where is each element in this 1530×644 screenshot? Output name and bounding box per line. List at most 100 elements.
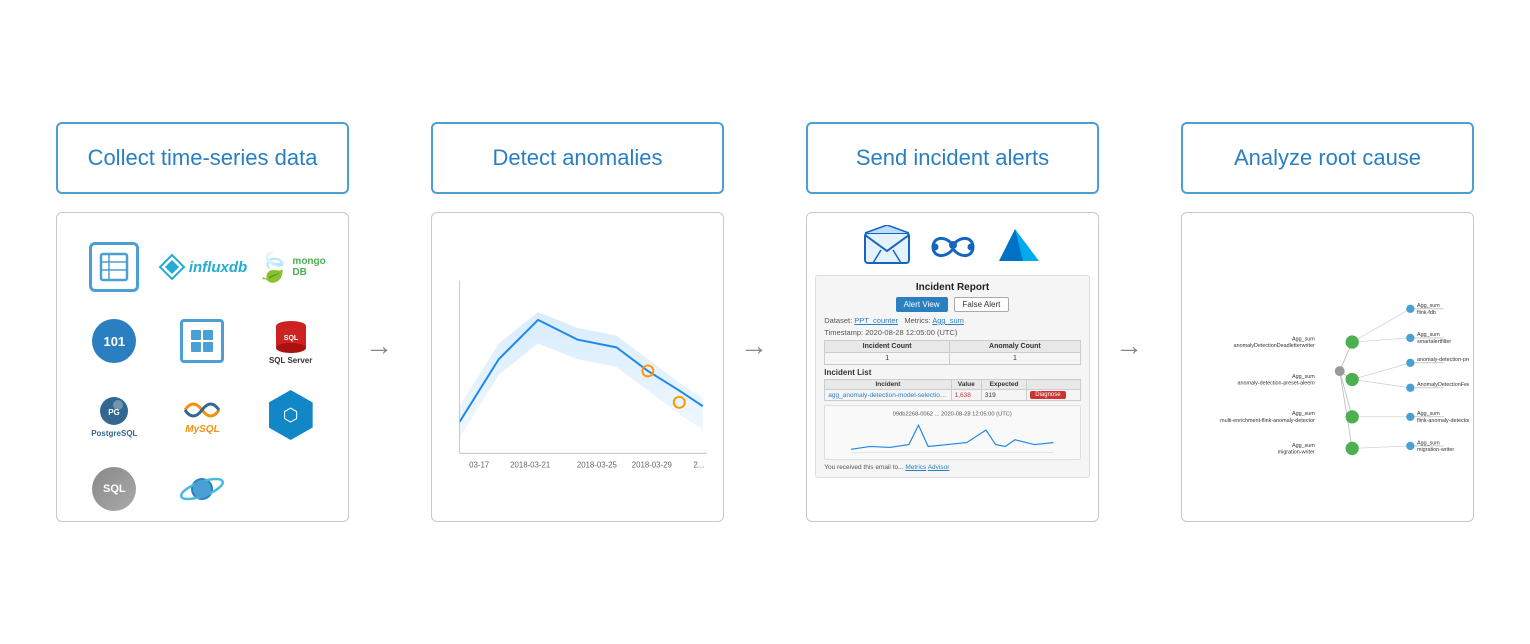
graph-node-r5 <box>1406 413 1414 421</box>
timestamp-label: Timestamp: <box>824 328 863 337</box>
svg-text:Agg_sum: Agg_sum <box>1417 332 1440 338</box>
mongo-leaf-icon: 🍃 <box>256 251 291 284</box>
logo-postgresql: PG PostgreSQL <box>78 385 150 445</box>
postgresql-text: PostgreSQL <box>91 429 137 438</box>
logo-cassandra: ⬡ <box>255 385 327 445</box>
svg-text:Agg_sum: Agg_sum <box>1292 374 1315 380</box>
logo-101: 101 <box>78 311 150 371</box>
incident-id-cell: agg_anomaly-detection-model-selection_me… <box>825 390 951 401</box>
step-detect: Detect anomalies <box>415 122 740 522</box>
svg-text:Agg_sum: Agg_sum <box>1292 443 1315 449</box>
mini-chart-title: 09db2268-0062 ... 2020-08-28 12:05:00 (U… <box>893 412 1012 418</box>
timestamp-value: 2020-08-28 12:05:00 (UTC) <box>865 328 957 337</box>
step-collect-content: influxdb 🍃 mongo DB 101 <box>56 212 349 522</box>
step-collect-label: Collect time-series data <box>88 144 318 173</box>
mini-incident-chart: 09db2268-0062 ... 2020-08-28 12:05:00 (U… <box>824 405 1081 460</box>
svg-text:migration-writer: migration-writer <box>1417 447 1454 453</box>
svg-text:2...: 2... <box>694 460 705 469</box>
advisor-link[interactable]: Advisor <box>928 464 950 471</box>
svg-text:Agg_sum: Agg_sum <box>1417 440 1440 446</box>
value-cell: 1,638 <box>951 390 981 401</box>
svg-text:multi-enrichment-flink-anomaly: multi-enrichment-flink-anomaly-detector <box>1220 418 1315 424</box>
anomaly-count-header: Anomaly Count <box>950 341 1081 353</box>
metric-value[interactable]: Agg_sum <box>932 316 964 325</box>
graph-node-r4 <box>1406 384 1414 392</box>
incident-count-value: 1 <box>825 353 950 365</box>
incident-list-table: Incident Value Expected agg_anomaly-dete… <box>824 379 1081 401</box>
email-icon <box>863 225 911 265</box>
graph-node-r1 <box>1406 305 1414 313</box>
dashboard-icon <box>180 319 224 363</box>
step-detect-label: Detect anomalies <box>493 144 663 173</box>
svg-text:migration-writer: migration-writer <box>1278 449 1315 455</box>
report-dataset-info: Dataset: PPT_counter Metrics: Agg_sum <box>824 316 1081 325</box>
incident-count-header: Incident Count <box>825 341 950 353</box>
dataset-label: Dataset: <box>824 316 852 325</box>
svg-text:Agg_sum: Agg_sum <box>1417 411 1440 417</box>
pipeline-container: Collect time-series data <box>0 102 1530 542</box>
svg-text:anomalyDetectionDeadletterwrit: anomalyDetectionDeadletterwriter <box>1234 343 1315 349</box>
alert-view-button[interactable]: Alert View <box>896 297 948 312</box>
diagnose-cell: Diagnose <box>1027 390 1081 401</box>
svg-text:2018-03-21: 2018-03-21 <box>510 460 550 469</box>
report-timestamp-info: Timestamp: 2020-08-28 12:05:00 (UTC) <box>824 328 1081 337</box>
step-analyze: Analyze root cause <box>1165 122 1490 522</box>
svg-text:Agg_sum: Agg_sum <box>1292 336 1315 342</box>
anomaly-chart: 03-17 2018-03-21 2018-03-25 2018-03-29 2… <box>436 221 719 513</box>
dataset-value[interactable]: PPT_counter <box>854 316 898 325</box>
arrow-3: → <box>1115 283 1165 362</box>
step-alert-label-box: Send incident alerts <box>806 122 1099 194</box>
arrow-2: → <box>740 283 790 362</box>
graph-node-m3 <box>1346 410 1359 423</box>
incident-report-title: Incident Report <box>824 282 1081 293</box>
step-alert: Send incident alerts <box>790 122 1115 522</box>
anomaly-count-value: 1 <box>950 353 1081 365</box>
step-collect-label-box: Collect time-series data <box>56 122 349 194</box>
graph-node-r2 <box>1406 334 1414 342</box>
incident-report-box: Incident Report Alert View False Alert D… <box>815 275 1090 478</box>
svg-text:flink-anomaly-detector: flink-anomaly-detector <box>1417 418 1469 424</box>
logo-planet <box>166 459 238 519</box>
step-analyze-content: Agg_sum anomalyDetectionDeadletterwriter… <box>1181 212 1474 522</box>
logos-grid: influxdb 🍃 mongo DB 101 <box>73 229 332 522</box>
incident-footer-links: You received this email to... Metrics Ad… <box>824 464 1081 471</box>
svg-text:03-17: 03-17 <box>469 460 489 469</box>
metrics-link[interactable]: Metrics <box>905 464 926 471</box>
logo-mysql: MySQL <box>166 385 238 445</box>
value-col-header: Value <box>951 380 981 390</box>
svg-text:SQL: SQL <box>283 335 298 342</box>
azure-icon <box>995 225 1043 265</box>
step-detect-label-box: Detect anomalies <box>431 122 724 194</box>
svg-text:2018-03-29: 2018-03-29 <box>632 460 672 469</box>
svg-text:Agg_sum: Agg_sum <box>1292 411 1315 417</box>
incident-list-title: Incident List <box>824 368 1081 377</box>
arrow-icon-3: → <box>1115 330 1143 362</box>
step-detect-content: 03-17 2018-03-21 2018-03-25 2018-03-29 2… <box>431 212 724 522</box>
logo-grafana <box>78 237 150 297</box>
webhook-icon <box>929 225 977 265</box>
graph-node-m4 <box>1346 442 1359 455</box>
mysql-text: MySQL <box>185 424 219 435</box>
step-alert-content: Incident Report Alert View False Alert D… <box>806 212 1099 522</box>
step-analyze-label: Analyze root cause <box>1234 144 1421 173</box>
sqlserver-text: SQL Server <box>269 356 312 365</box>
alert-icons-row <box>815 225 1090 265</box>
expected-col-header: Expected <box>981 380 1026 390</box>
logo-sql: SQL <box>78 459 150 519</box>
false-alert-button[interactable]: False Alert <box>954 297 1010 312</box>
diagnose-button[interactable]: Diagnose <box>1030 391 1065 399</box>
metric-label: Metrics: <box>904 316 930 325</box>
grafana-icon <box>89 242 139 292</box>
expected-cell: 319 <box>981 390 1026 401</box>
graph-node-r3 <box>1406 359 1414 367</box>
logo-grafana-dashboard <box>166 311 238 371</box>
101-icon: 101 <box>92 319 136 363</box>
step-collect: Collect time-series data <box>40 122 365 522</box>
step-alert-label: Send incident alerts <box>856 144 1049 173</box>
cassandra-icon-inner: ⬡ <box>283 405 299 426</box>
influxdb-text: influxdb <box>189 259 247 276</box>
step-analyze-label-box: Analyze root cause <box>1181 122 1474 194</box>
action-col-header <box>1027 380 1081 390</box>
svg-text:anomaly-detection-preset-aleem: anomaly-detection-preset-aleem <box>1417 357 1469 363</box>
sql-text: SQL <box>103 483 126 495</box>
